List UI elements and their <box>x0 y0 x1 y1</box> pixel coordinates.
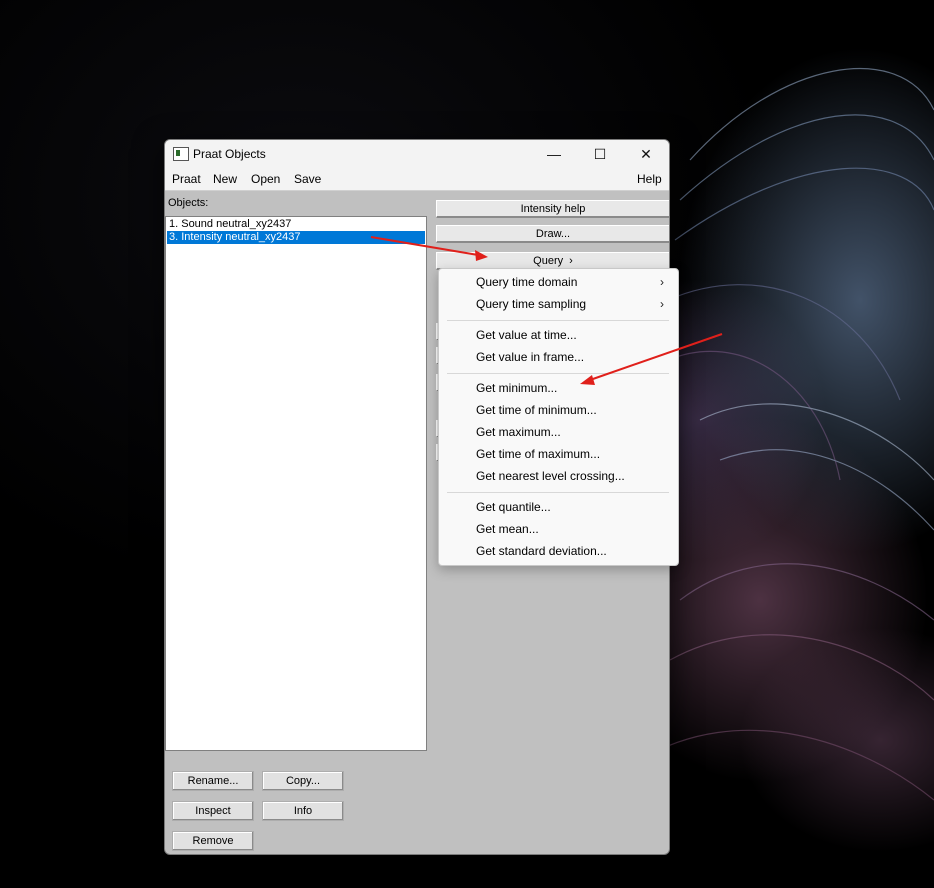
menu-save[interactable]: Save <box>294 172 321 186</box>
close-button[interactable]: ✕ <box>623 140 669 168</box>
minimize-button[interactable]: — <box>531 140 577 168</box>
chevron-right-icon: › <box>660 275 664 289</box>
menu-item-get-standard-deviation[interactable]: Get standard deviation... <box>476 543 607 559</box>
title-bar: Praat Objects — ☐ ✕ <box>165 140 669 168</box>
menu-praat[interactable]: Praat <box>172 172 201 186</box>
maximize-button[interactable]: ☐ <box>577 140 623 168</box>
query-label: Query <box>533 254 564 267</box>
query-dropdown-menu: Query time domain › Query time sampling … <box>438 268 679 566</box>
info-button[interactable]: Info <box>262 801 344 821</box>
menu-item-get-quantile[interactable]: Get quantile... <box>476 499 551 515</box>
intensity-help-button[interactable]: Intensity help <box>436 200 669 218</box>
list-item-selected[interactable]: 3. Intensity neutral_xy2437 <box>167 231 425 244</box>
draw-button[interactable]: Draw... <box>436 225 669 243</box>
chevron-right-icon: › <box>660 297 664 311</box>
menu-item-get-time-of-maximum[interactable]: Get time of maximum... <box>476 446 600 462</box>
menu-separator <box>447 373 669 374</box>
window-title: Praat Objects <box>193 147 266 161</box>
copy-button[interactable]: Copy... <box>262 771 344 791</box>
menu-item-get-maximum[interactable]: Get maximum... <box>476 424 561 440</box>
menu-help[interactable]: Help <box>637 172 662 186</box>
remove-button[interactable]: Remove <box>172 831 254 851</box>
chevron-right-icon: › <box>569 254 573 267</box>
menu-item-get-nearest-level-crossing[interactable]: Get nearest level crossing... <box>476 468 625 484</box>
menu-item-get-value-at-time[interactable]: Get value at time... <box>476 327 577 343</box>
menu-item-query-time-sampling[interactable]: Query time sampling <box>476 296 586 312</box>
menu-bar: Praat New Open Save Help <box>165 168 669 191</box>
rename-button[interactable]: Rename... <box>172 771 254 791</box>
objects-list[interactable]: 1. Sound neutral_xy2437 3. Intensity neu… <box>165 216 427 751</box>
menu-item-get-mean[interactable]: Get mean... <box>476 521 539 537</box>
menu-separator <box>447 492 669 493</box>
inspect-button[interactable]: Inspect <box>172 801 254 821</box>
list-item[interactable]: 1. Sound neutral_xy2437 <box>167 218 425 231</box>
menu-item-get-minimum[interactable]: Get minimum... <box>476 380 557 396</box>
menu-new[interactable]: New <box>213 172 237 186</box>
menu-open[interactable]: Open <box>251 172 280 186</box>
objects-label: Objects: <box>168 197 209 209</box>
menu-item-get-time-of-minimum[interactable]: Get time of minimum... <box>476 402 597 418</box>
menu-item-query-time-domain[interactable]: Query time domain <box>476 274 577 290</box>
menu-separator <box>447 320 669 321</box>
praat-app-icon <box>173 147 189 161</box>
menu-item-get-value-in-frame[interactable]: Get value in frame... <box>476 349 584 365</box>
